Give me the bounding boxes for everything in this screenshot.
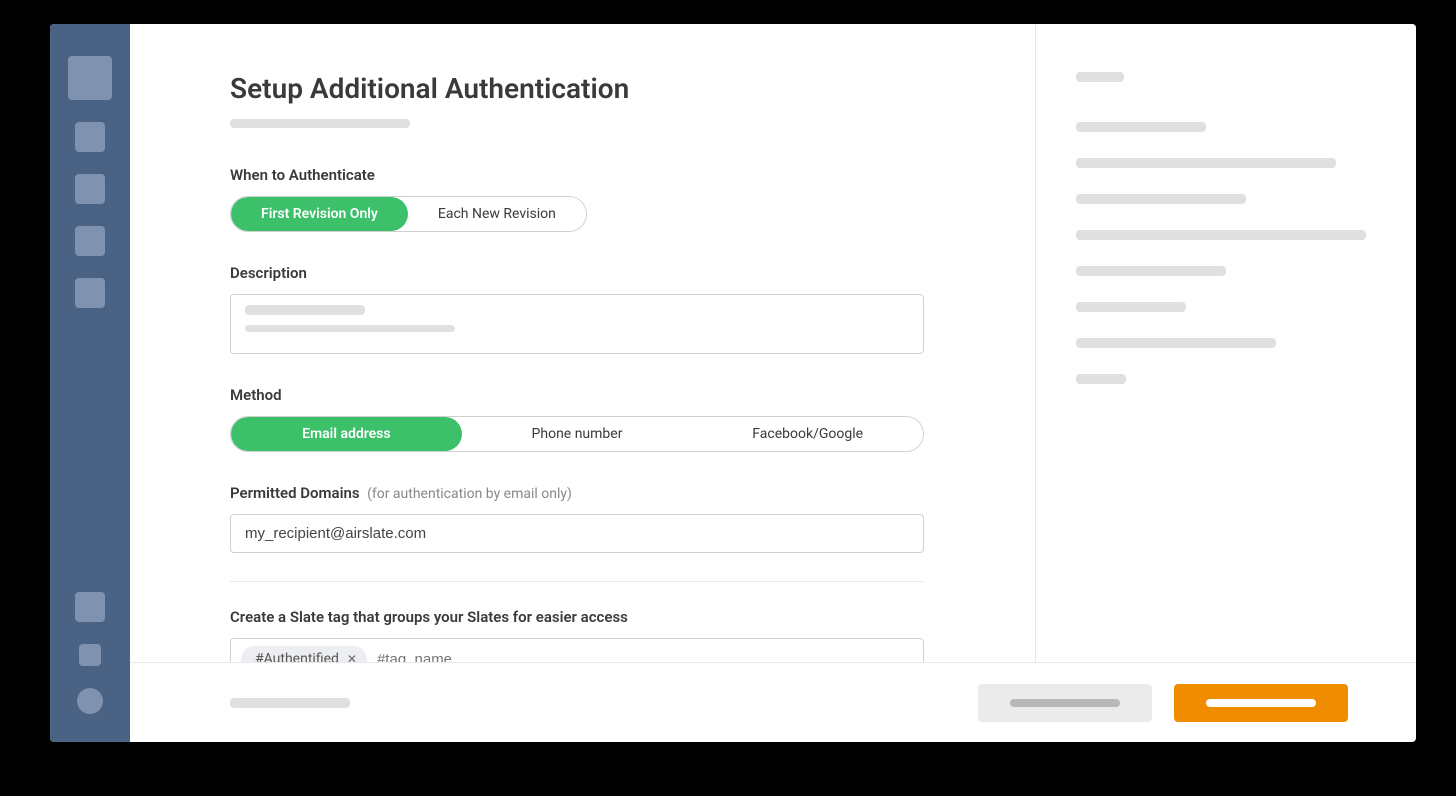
sidebar-top [68, 56, 112, 308]
right-ph-6 [1076, 302, 1186, 312]
sidebar-item-1[interactable] [75, 122, 105, 152]
description-label: Description [230, 264, 967, 282]
sidebar-bottom-item-1[interactable] [75, 592, 105, 622]
method-option-phone[interactable]: Phone number [462, 417, 693, 451]
right-ph-0 [1076, 72, 1124, 82]
when-option-each-revision[interactable]: Each New Revision [408, 197, 586, 231]
sidebar-logo[interactable] [68, 56, 112, 100]
page-title: Setup Additional Authentication [230, 72, 967, 105]
domains-hint: (for authentication by email only) [367, 486, 572, 502]
right-ph-8 [1076, 374, 1126, 384]
main: Setup Additional Authentication When to … [130, 24, 1416, 742]
app-window: Setup Additional Authentication When to … [50, 24, 1416, 742]
sidebar-item-2[interactable] [75, 174, 105, 204]
method-segmented: Email address Phone number Facebook/Goog… [230, 416, 924, 452]
right-panel [1036, 24, 1416, 662]
tag-chip-label: #Authentified [255, 651, 339, 662]
main-body: Setup Additional Authentication When to … [130, 24, 1416, 662]
sidebar-bottom-item-2[interactable] [79, 644, 101, 666]
when-option-first-revision[interactable]: First Revision Only [231, 197, 408, 231]
right-ph-3 [1076, 194, 1246, 204]
sidebar-bottom [75, 592, 105, 714]
secondary-button-label-ph [1010, 699, 1120, 707]
subtitle-placeholder [230, 119, 410, 128]
tags-label: Create a Slate tag that groups your Slat… [230, 608, 967, 626]
domains-label: Permitted Domains (for authentication by… [230, 484, 967, 502]
tags-text-input[interactable] [377, 651, 913, 663]
method-label: Method [230, 386, 967, 404]
tags-input-container[interactable]: #Authentified ✕ [230, 638, 924, 662]
domains-input[interactable] [230, 514, 924, 553]
footer [130, 662, 1416, 742]
description-textarea[interactable] [230, 294, 924, 354]
method-option-email[interactable]: Email address [231, 417, 462, 451]
method-option-social[interactable]: Facebook/Google [692, 417, 923, 451]
right-ph-1 [1076, 122, 1206, 132]
sidebar-item-4[interactable] [75, 278, 105, 308]
primary-button-label-ph [1206, 699, 1316, 707]
textarea-placeholder-line-1 [245, 305, 365, 315]
textarea-placeholder-line-2 [245, 325, 455, 332]
form-area: Setup Additional Authentication When to … [130, 24, 1036, 662]
primary-button[interactable] [1174, 684, 1348, 722]
tag-remove-icon[interactable]: ✕ [347, 652, 357, 662]
sidebar-avatar[interactable] [77, 688, 103, 714]
secondary-button[interactable] [978, 684, 1152, 722]
right-ph-5 [1076, 266, 1226, 276]
right-ph-4 [1076, 230, 1366, 240]
when-label: When to Authenticate [230, 166, 967, 184]
sidebar [50, 24, 130, 742]
tag-chip: #Authentified ✕ [241, 646, 367, 662]
sidebar-item-3[interactable] [75, 226, 105, 256]
right-ph-7 [1076, 338, 1276, 348]
when-segmented: First Revision Only Each New Revision [230, 196, 587, 232]
domains-label-text: Permitted Domains [230, 484, 360, 502]
section-divider [230, 581, 924, 582]
right-ph-2 [1076, 158, 1336, 168]
footer-left-placeholder [230, 698, 350, 708]
